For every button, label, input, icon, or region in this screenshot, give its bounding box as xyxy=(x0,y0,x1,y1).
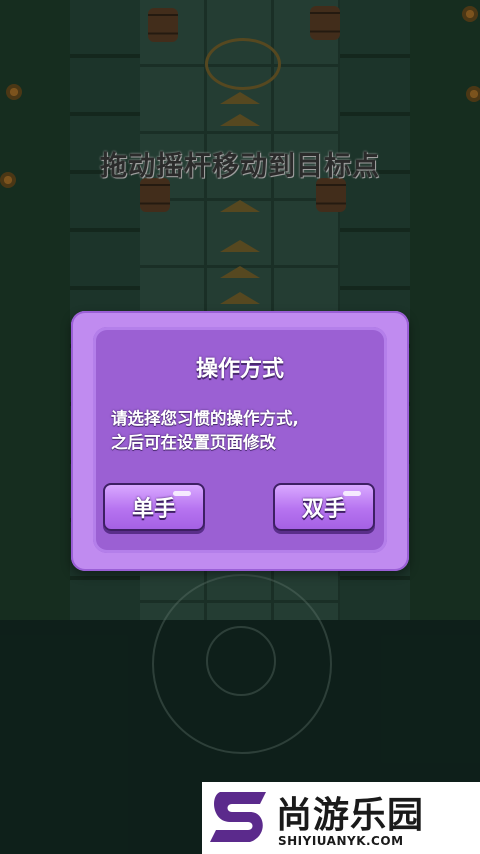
two-hand-label: 双手 xyxy=(301,497,346,522)
brand-logo-icon xyxy=(210,792,266,842)
dialog-panel: 操作方式 请选择您习惯的操作方式, 之后可在设置页面修改 单手 双手 xyxy=(93,327,387,553)
dialog-message-line: 之后可在设置页面修改 xyxy=(111,433,276,452)
dialog-message-line: 请选择您习惯的操作方式, xyxy=(111,409,299,428)
control-mode-dialog: 操作方式 请选择您习惯的操作方式, 之后可在设置页面修改 单手 双手 xyxy=(71,311,409,571)
watermark-url: SHIYIUANYK.COM xyxy=(278,834,404,848)
button-shine xyxy=(343,491,361,496)
tutorial-hint: 拖动摇杆移动到目标点 xyxy=(100,151,380,182)
dialog-message: 请选择您习惯的操作方式, 之后可在设置页面修改 xyxy=(111,407,373,455)
two-hand-button[interactable]: 双手 xyxy=(273,483,375,531)
watermark-brand: 尚游乐园 xyxy=(276,795,425,836)
single-hand-label: 单手 xyxy=(131,497,176,522)
single-hand-button[interactable]: 单手 xyxy=(103,483,205,531)
button-shine xyxy=(173,491,191,496)
dialog-title: 操作方式 xyxy=(195,357,284,382)
watermark: 尚游乐园 SHIYIUANYK.COM xyxy=(202,782,480,854)
